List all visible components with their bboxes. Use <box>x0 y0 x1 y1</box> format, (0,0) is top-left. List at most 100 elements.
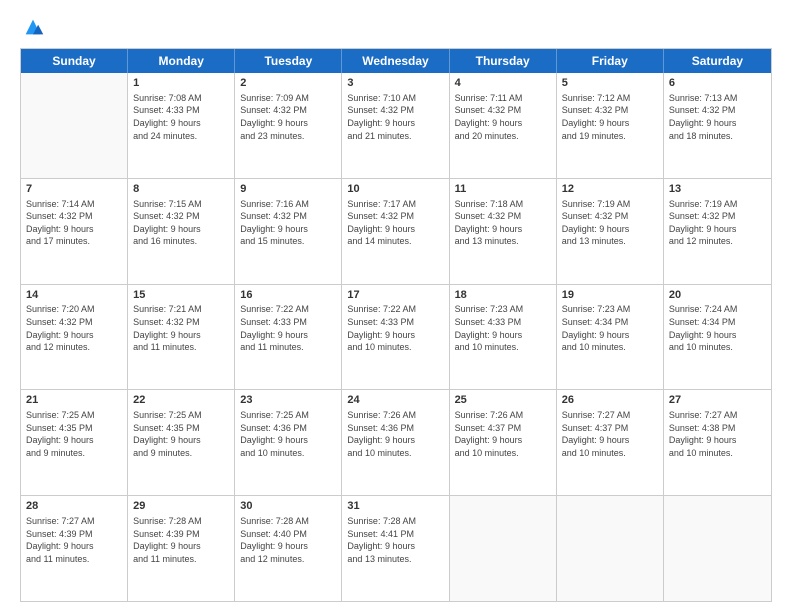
calendar-cell-3-1: 22Sunrise: 7:25 AM Sunset: 4:35 PM Dayli… <box>128 390 235 495</box>
day-number: 20 <box>669 288 766 303</box>
day-number: 25 <box>455 393 551 408</box>
calendar-cell-0-6: 6Sunrise: 7:13 AM Sunset: 4:32 PM Daylig… <box>664 73 771 178</box>
calendar-cell-0-5: 5Sunrise: 7:12 AM Sunset: 4:32 PM Daylig… <box>557 73 664 178</box>
day-info: Sunrise: 7:11 AM Sunset: 4:32 PM Dayligh… <box>455 92 551 142</box>
day-info: Sunrise: 7:17 AM Sunset: 4:32 PM Dayligh… <box>347 198 443 248</box>
calendar-cell-4-3: 31Sunrise: 7:28 AM Sunset: 4:41 PM Dayli… <box>342 496 449 601</box>
day-number: 6 <box>669 76 766 91</box>
day-info: Sunrise: 7:25 AM Sunset: 4:35 PM Dayligh… <box>26 409 122 459</box>
day-info: Sunrise: 7:09 AM Sunset: 4:32 PM Dayligh… <box>240 92 336 142</box>
calendar: SundayMondayTuesdayWednesdayThursdayFrid… <box>20 48 772 602</box>
day-number: 9 <box>240 182 336 197</box>
day-info: Sunrise: 7:10 AM Sunset: 4:32 PM Dayligh… <box>347 92 443 142</box>
day-number: 26 <box>562 393 658 408</box>
day-number: 7 <box>26 182 122 197</box>
calendar-cell-4-2: 30Sunrise: 7:28 AM Sunset: 4:40 PM Dayli… <box>235 496 342 601</box>
day-number: 10 <box>347 182 443 197</box>
day-number: 22 <box>133 393 229 408</box>
day-number: 23 <box>240 393 336 408</box>
header-day-saturday: Saturday <box>664 49 771 73</box>
header-day-sunday: Sunday <box>21 49 128 73</box>
day-info: Sunrise: 7:16 AM Sunset: 4:32 PM Dayligh… <box>240 198 336 248</box>
calendar-cell-1-6: 13Sunrise: 7:19 AM Sunset: 4:32 PM Dayli… <box>664 179 771 284</box>
day-number: 12 <box>562 182 658 197</box>
day-info: Sunrise: 7:14 AM Sunset: 4:32 PM Dayligh… <box>26 198 122 248</box>
calendar-cell-1-0: 7Sunrise: 7:14 AM Sunset: 4:32 PM Daylig… <box>21 179 128 284</box>
day-info: Sunrise: 7:24 AM Sunset: 4:34 PM Dayligh… <box>669 303 766 353</box>
calendar-cell-3-0: 21Sunrise: 7:25 AM Sunset: 4:35 PM Dayli… <box>21 390 128 495</box>
calendar-cell-4-0: 28Sunrise: 7:27 AM Sunset: 4:39 PM Dayli… <box>21 496 128 601</box>
calendar-cell-2-2: 16Sunrise: 7:22 AM Sunset: 4:33 PM Dayli… <box>235 285 342 390</box>
day-info: Sunrise: 7:12 AM Sunset: 4:32 PM Dayligh… <box>562 92 658 142</box>
day-number: 3 <box>347 76 443 91</box>
calendar-cell-4-1: 29Sunrise: 7:28 AM Sunset: 4:39 PM Dayli… <box>128 496 235 601</box>
day-number: 29 <box>133 499 229 514</box>
day-info: Sunrise: 7:19 AM Sunset: 4:32 PM Dayligh… <box>562 198 658 248</box>
header-day-friday: Friday <box>557 49 664 73</box>
day-info: Sunrise: 7:27 AM Sunset: 4:39 PM Dayligh… <box>26 515 122 565</box>
day-info: Sunrise: 7:22 AM Sunset: 4:33 PM Dayligh… <box>347 303 443 353</box>
calendar-cell-2-3: 17Sunrise: 7:22 AM Sunset: 4:33 PM Dayli… <box>342 285 449 390</box>
calendar-cell-2-4: 18Sunrise: 7:23 AM Sunset: 4:33 PM Dayli… <box>450 285 557 390</box>
page: SundayMondayTuesdayWednesdayThursdayFrid… <box>0 0 792 612</box>
day-number: 14 <box>26 288 122 303</box>
calendar-header: SundayMondayTuesdayWednesdayThursdayFrid… <box>21 49 771 73</box>
header-day-tuesday: Tuesday <box>235 49 342 73</box>
calendar-cell-1-1: 8Sunrise: 7:15 AM Sunset: 4:32 PM Daylig… <box>128 179 235 284</box>
calendar-cell-1-4: 11Sunrise: 7:18 AM Sunset: 4:32 PM Dayli… <box>450 179 557 284</box>
calendar-cell-2-5: 19Sunrise: 7:23 AM Sunset: 4:34 PM Dayli… <box>557 285 664 390</box>
calendar-cell-3-3: 24Sunrise: 7:26 AM Sunset: 4:36 PM Dayli… <box>342 390 449 495</box>
day-info: Sunrise: 7:22 AM Sunset: 4:33 PM Dayligh… <box>240 303 336 353</box>
day-info: Sunrise: 7:28 AM Sunset: 4:39 PM Dayligh… <box>133 515 229 565</box>
day-number: 15 <box>133 288 229 303</box>
calendar-row-1: 7Sunrise: 7:14 AM Sunset: 4:32 PM Daylig… <box>21 179 771 285</box>
calendar-cell-3-2: 23Sunrise: 7:25 AM Sunset: 4:36 PM Dayli… <box>235 390 342 495</box>
day-number: 28 <box>26 499 122 514</box>
day-number: 5 <box>562 76 658 91</box>
day-number: 8 <box>133 182 229 197</box>
day-number: 1 <box>133 76 229 91</box>
day-number: 11 <box>455 182 551 197</box>
day-number: 13 <box>669 182 766 197</box>
calendar-cell-0-0 <box>21 73 128 178</box>
day-info: Sunrise: 7:26 AM Sunset: 4:37 PM Dayligh… <box>455 409 551 459</box>
day-number: 21 <box>26 393 122 408</box>
header-day-wednesday: Wednesday <box>342 49 449 73</box>
day-number: 16 <box>240 288 336 303</box>
day-info: Sunrise: 7:27 AM Sunset: 4:37 PM Dayligh… <box>562 409 658 459</box>
header <box>20 16 772 38</box>
logo <box>20 16 44 38</box>
calendar-cell-3-6: 27Sunrise: 7:27 AM Sunset: 4:38 PM Dayli… <box>664 390 771 495</box>
day-info: Sunrise: 7:26 AM Sunset: 4:36 PM Dayligh… <box>347 409 443 459</box>
calendar-cell-3-4: 25Sunrise: 7:26 AM Sunset: 4:37 PM Dayli… <box>450 390 557 495</box>
day-number: 30 <box>240 499 336 514</box>
day-info: Sunrise: 7:20 AM Sunset: 4:32 PM Dayligh… <box>26 303 122 353</box>
calendar-cell-2-6: 20Sunrise: 7:24 AM Sunset: 4:34 PM Dayli… <box>664 285 771 390</box>
calendar-row-0: 1Sunrise: 7:08 AM Sunset: 4:33 PM Daylig… <box>21 73 771 179</box>
calendar-row-3: 21Sunrise: 7:25 AM Sunset: 4:35 PM Dayli… <box>21 390 771 496</box>
day-info: Sunrise: 7:19 AM Sunset: 4:32 PM Dayligh… <box>669 198 766 248</box>
day-number: 4 <box>455 76 551 91</box>
calendar-row-2: 14Sunrise: 7:20 AM Sunset: 4:32 PM Dayli… <box>21 285 771 391</box>
calendar-body: 1Sunrise: 7:08 AM Sunset: 4:33 PM Daylig… <box>21 73 771 601</box>
day-info: Sunrise: 7:21 AM Sunset: 4:32 PM Dayligh… <box>133 303 229 353</box>
day-number: 27 <box>669 393 766 408</box>
day-info: Sunrise: 7:13 AM Sunset: 4:32 PM Dayligh… <box>669 92 766 142</box>
calendar-cell-1-5: 12Sunrise: 7:19 AM Sunset: 4:32 PM Dayli… <box>557 179 664 284</box>
day-number: 31 <box>347 499 443 514</box>
day-info: Sunrise: 7:28 AM Sunset: 4:40 PM Dayligh… <box>240 515 336 565</box>
logo-icon <box>22 16 44 38</box>
day-number: 2 <box>240 76 336 91</box>
day-number: 19 <box>562 288 658 303</box>
day-info: Sunrise: 7:15 AM Sunset: 4:32 PM Dayligh… <box>133 198 229 248</box>
calendar-cell-1-2: 9Sunrise: 7:16 AM Sunset: 4:32 PM Daylig… <box>235 179 342 284</box>
calendar-cell-0-1: 1Sunrise: 7:08 AM Sunset: 4:33 PM Daylig… <box>128 73 235 178</box>
day-info: Sunrise: 7:08 AM Sunset: 4:33 PM Dayligh… <box>133 92 229 142</box>
day-info: Sunrise: 7:18 AM Sunset: 4:32 PM Dayligh… <box>455 198 551 248</box>
calendar-cell-0-3: 3Sunrise: 7:10 AM Sunset: 4:32 PM Daylig… <box>342 73 449 178</box>
day-info: Sunrise: 7:25 AM Sunset: 4:35 PM Dayligh… <box>133 409 229 459</box>
calendar-cell-3-5: 26Sunrise: 7:27 AM Sunset: 4:37 PM Dayli… <box>557 390 664 495</box>
calendar-cell-2-1: 15Sunrise: 7:21 AM Sunset: 4:32 PM Dayli… <box>128 285 235 390</box>
calendar-cell-2-0: 14Sunrise: 7:20 AM Sunset: 4:32 PM Dayli… <box>21 285 128 390</box>
calendar-row-4: 28Sunrise: 7:27 AM Sunset: 4:39 PM Dayli… <box>21 496 771 601</box>
